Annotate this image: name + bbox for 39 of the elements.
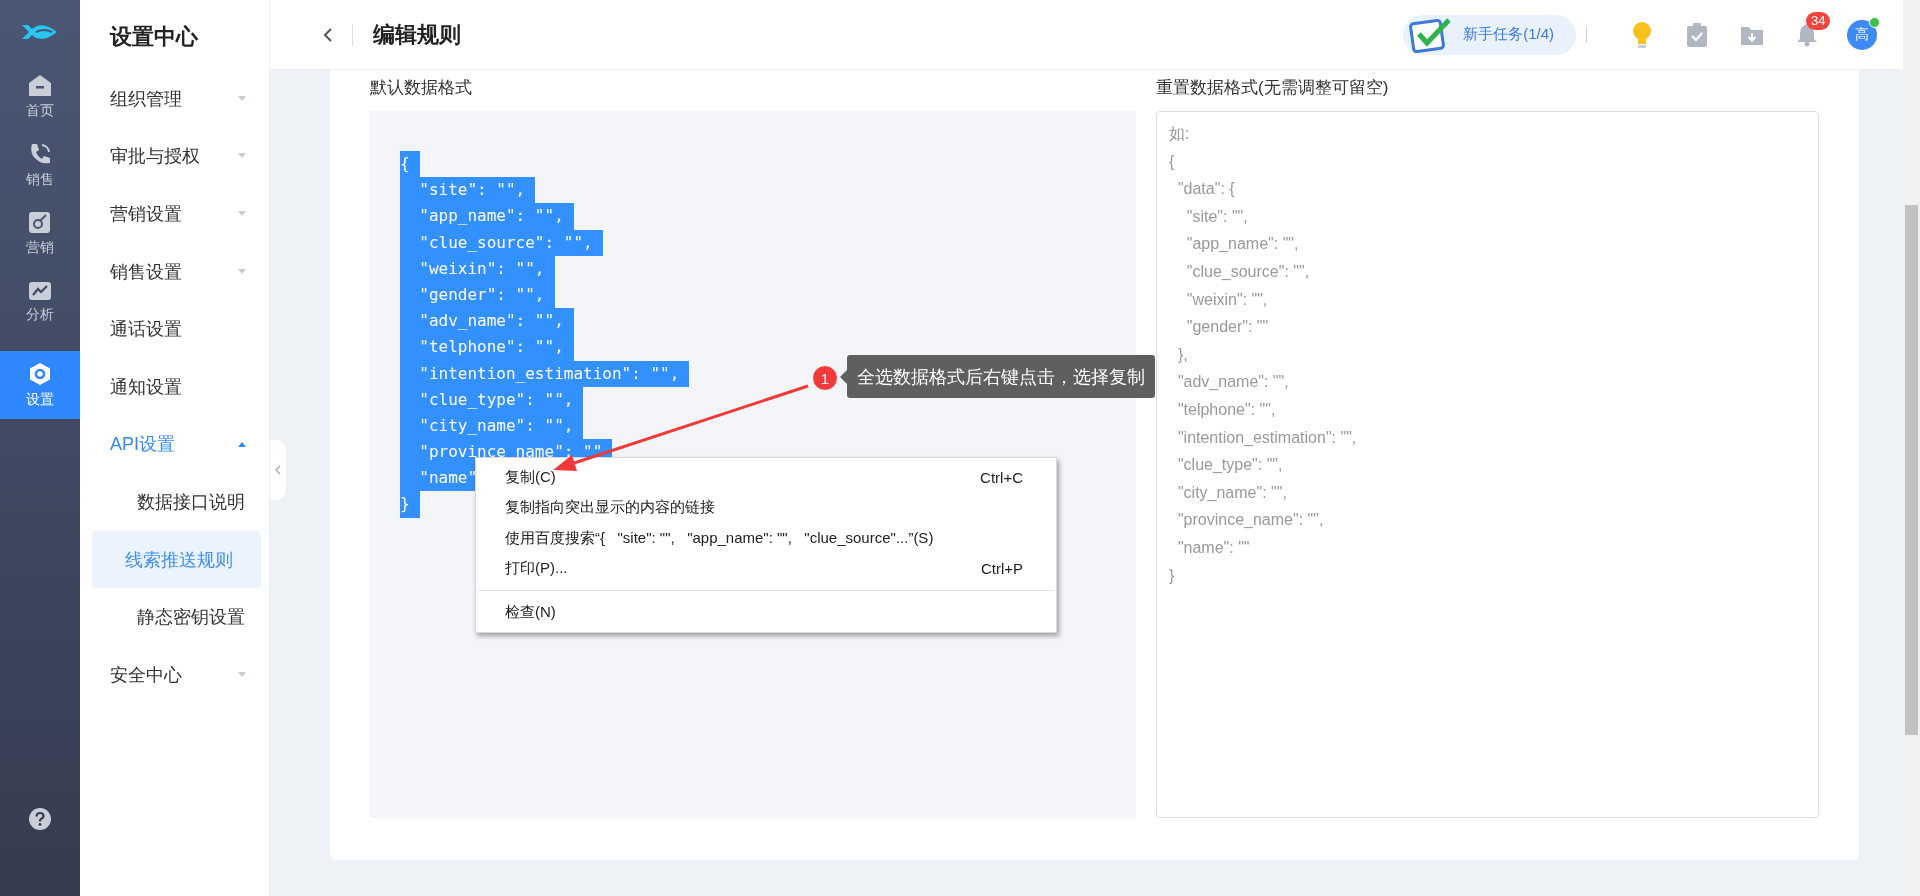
menu-option[interactable]: 使用百度搜索“{ "site": "", "app_name": "", "clue_source"...”(S) (476, 523, 1056, 554)
expand-arrow-icon (237, 94, 247, 103)
shortcut-label: Ctrl+C (980, 468, 1023, 486)
menu-group[interactable]: API设置 (80, 415, 269, 474)
page-title: 编辑规则 (373, 20, 461, 49)
sidebar-title: 设置中心 (110, 23, 198, 51)
settings-icon (27, 361, 53, 387)
menu-group[interactable]: 营销设置 (80, 185, 269, 243)
notification-badge: 34 (1806, 11, 1831, 30)
shortcut-label: Ctrl+P (980, 560, 1023, 578)
nav-item[interactable]: 营销 (0, 199, 80, 267)
nav-item[interactable]: 销售 (0, 131, 80, 199)
expand-arrow-icon (237, 210, 247, 218)
nav-item[interactable]: 分析 (0, 267, 80, 335)
section-label: 重置数据格式(无需调整可留空) (1156, 77, 1389, 99)
menu-item[interactable]: 静态密钥设置 (92, 588, 261, 646)
menu-option[interactable]: 检查(N) (476, 597, 1056, 628)
section-label: 默认数据格式 (370, 77, 472, 99)
menu-group[interactable]: 组织管理 (80, 70, 269, 128)
collapse-handle[interactable] (270, 440, 286, 500)
menu-item[interactable]: 数据接口说明 (92, 473, 261, 531)
nav-item[interactable]: 首页 (0, 63, 80, 131)
menu-item[interactable]: 通知设置 (80, 357, 269, 416)
menu-option[interactable]: 打印(P)... Ctrl+P (476, 553, 1056, 584)
menu-group[interactable]: 安全中心 (80, 645, 269, 704)
menu-group[interactable]: 销售设置 (80, 242, 269, 301)
tooltip: 全选数据格式后右键点击，选择复制 (847, 355, 1155, 398)
collapse-arrow-icon (237, 440, 247, 449)
expand-arrow-icon (237, 670, 247, 679)
scrollbar-thumb[interactable] (1905, 205, 1918, 735)
expand-arrow-icon (237, 267, 247, 276)
menu-option[interactable]: 复制指向突出显示的内容的链接 (476, 492, 1056, 523)
menu-item[interactable]: 通话设置 (80, 300, 269, 358)
task-button[interactable]: 新手任务(1/4) (1403, 14, 1576, 55)
home-icon (27, 74, 53, 98)
format-input[interactable]: 如: { "data": { "site": "", "app_name": "", "clue_source": "", "weixin": "", "gender": "" }, "adv_name": "", "telphone": "", "intention_estimation": "", "clue_type": "", "city_name": "", "province_name": "", "name": "" } (1156, 111, 1819, 818)
help-icon[interactable] (29, 808, 51, 830)
menu-group[interactable]: 审批与授权 (80, 127, 269, 186)
back-icon[interactable] (323, 26, 333, 43)
